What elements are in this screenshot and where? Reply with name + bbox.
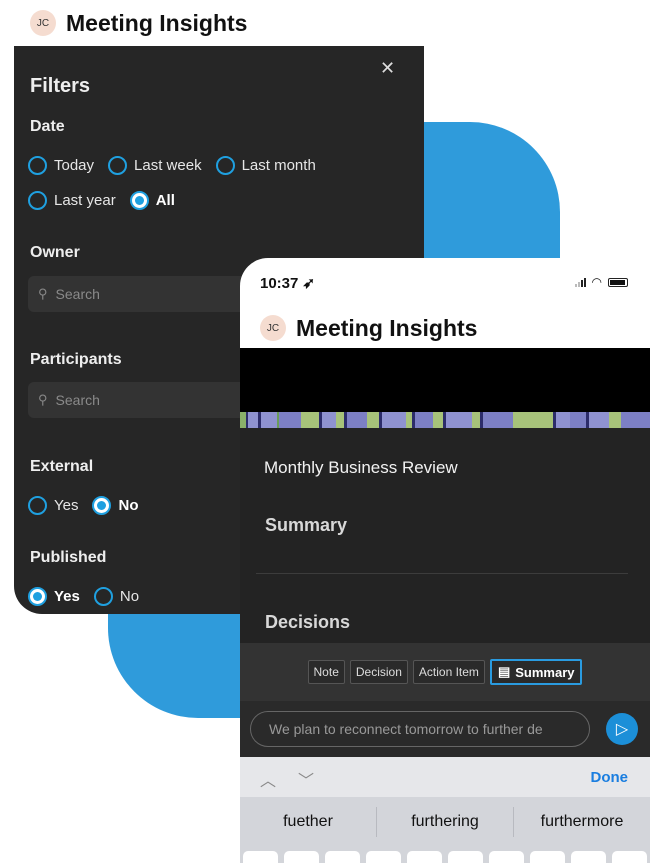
key[interactable] [284,851,319,863]
chip-decision[interactable]: Decision [349,660,408,684]
app-title: Meeting Insights [66,9,248,36]
radio-icon[interactable] [108,156,128,175]
divider [256,573,628,574]
date-options-row-1: Today Last week Last month [28,156,322,175]
external-title: External [30,458,94,475]
wifi-icon: ◠ [591,275,602,289]
app-title: Meeting Insights [296,314,478,341]
status-icons: ◠ [574,275,628,289]
chevron-down-icon[interactable]: ﹀ [298,767,314,791]
note-type-chips: Note Decision Action Item ▤ Summary [240,643,650,701]
chip-note[interactable]: Note [307,660,345,684]
suggestion-2[interactable]: furthering [377,807,514,837]
phone-screen: 10:37 ➶ ◠ JC Meeting Insights Monthly Bu… [240,258,650,863]
owner-search-input[interactable]: ⚲ Search [28,276,268,312]
radio-icon[interactable] [28,496,47,515]
published-options: Yes No [28,587,145,606]
suggestion-3[interactable]: furthermore [514,807,650,837]
date-option-last-week[interactable]: Last week [108,156,202,175]
date-option-last-year[interactable]: Last year [28,191,116,210]
key[interactable] [325,851,360,863]
participants-search-input[interactable]: ⚲ Search [28,382,268,418]
radio-icon[interactable] [215,156,235,175]
key[interactable] [448,851,483,863]
avatar[interactable]: JC [260,315,286,341]
key[interactable] [571,851,606,863]
speaker-timeline[interactable] [240,412,650,428]
published-option-no[interactable]: No [93,587,139,606]
radio-icon[interactable] [93,587,113,606]
avatar[interactable]: JC [30,10,56,36]
chevron-up-icon[interactable]: ︿ [260,767,276,791]
date-option-last-month[interactable]: Last month [215,156,316,175]
keyboard-toolbar: ︿ ﹀ Done [240,757,650,797]
status-bar: 10:37 ➶ ◠ [240,258,650,308]
video-player[interactable] [240,348,650,412]
summary-heading: Summary [265,515,348,535]
chip-summary[interactable]: ▤ Summary [489,659,583,685]
keyboard-suggestions: fuether furthering furthermore [240,797,650,847]
close-icon[interactable]: ✕ [380,58,395,79]
meeting-content: Monthly Business Review Summary Decision… [240,428,650,643]
external-option-no[interactable]: No [92,496,138,515]
radio-selected-icon[interactable] [28,587,47,606]
owner-title: Owner [30,244,80,261]
participants-title: Participants [30,351,122,368]
keyboard-keys [240,847,650,863]
radio-icon[interactable] [28,156,47,175]
key[interactable] [243,851,278,863]
radio-selected-icon[interactable] [92,496,112,515]
key[interactable] [612,851,647,863]
external-option-yes[interactable]: Yes [28,496,78,515]
radio-icon[interactable] [28,191,47,210]
signal-icon [574,277,586,287]
message-input[interactable] [250,711,590,747]
search-icon: ⚲ [38,286,48,301]
filters-title: Filters [30,75,91,97]
published-title: Published [30,549,107,566]
meeting-name: Monthly Business Review [264,458,458,477]
send-icon[interactable]: ▷ [606,713,638,745]
status-time: 10:37 ➶ [260,275,316,292]
comment-icon: ▤ [497,664,511,679]
date-title: Date [30,118,65,135]
suggestion-1[interactable]: fuether [240,807,377,837]
key[interactable] [489,851,524,863]
app-header: JC Meeting Insights [240,308,650,348]
app-header: JC Meeting Insights [14,0,424,46]
key[interactable] [407,851,442,863]
date-options-row-2: Last year All [28,191,181,210]
key[interactable] [530,851,565,863]
chip-action-item[interactable]: Action Item [412,660,485,684]
composer: ▷ [240,701,650,757]
date-option-today[interactable]: Today [28,156,94,175]
location-arrow-icon: ➶ [302,275,316,292]
radio-selected-icon[interactable] [129,191,149,210]
published-option-yes[interactable]: Yes [28,587,80,606]
decisions-heading: Decisions [265,612,351,632]
date-option-all[interactable]: All [129,191,175,210]
done-button[interactable]: Done [591,769,629,786]
battery-icon [608,277,628,287]
search-icon: ⚲ [38,392,48,407]
external-options: Yes No [28,496,144,515]
key[interactable] [366,851,401,863]
